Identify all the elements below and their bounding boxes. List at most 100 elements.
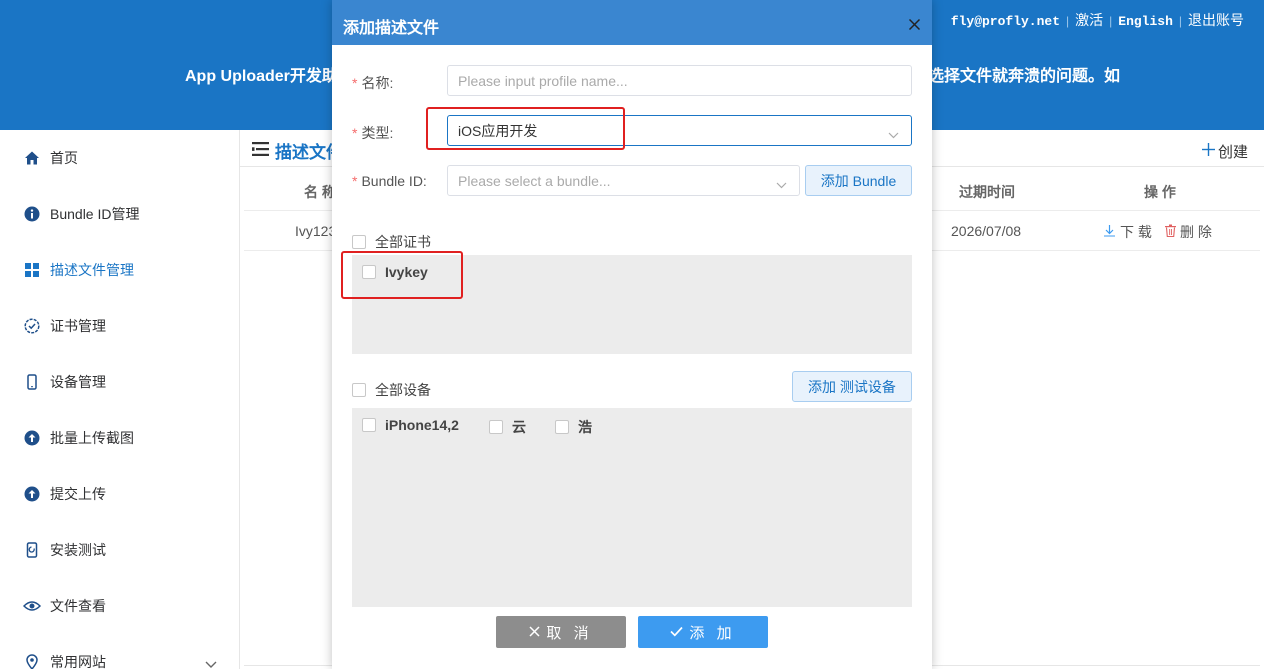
sidebar-item-submit-upload[interactable]: 提交上传 [0, 466, 239, 522]
separator: | [1066, 14, 1070, 28]
top-links: fly@profly.net | 激活 | English | 退出账号 [951, 10, 1244, 30]
add-button[interactable]: 添 加 [638, 616, 768, 648]
device-item[interactable]: 浩 [555, 417, 592, 437]
column-header-action: 操 作 [1144, 184, 1176, 200]
checkbox[interactable] [489, 420, 503, 434]
highlight-box [426, 107, 625, 150]
upload-circle-icon [23, 485, 41, 503]
name-input[interactable]: Please input profile name... [447, 65, 912, 96]
separator: | [1178, 14, 1182, 28]
all-certs-label: 全部证书 [375, 234, 431, 250]
add-bundle-button[interactable]: 添加 Bundle [805, 165, 912, 196]
separator: | [1109, 14, 1113, 28]
type-label-text: 类型: [361, 125, 394, 141]
delete-button[interactable]: 删 除 [1164, 222, 1212, 242]
sidebar: 首页 Bundle ID管理 描述文件管理 证书管理 设备管理 批量上传截图 提… [0, 130, 240, 669]
cancel-label: 取 消 [546, 624, 593, 642]
install-icon [23, 541, 41, 559]
sidebar-item-batch-upload[interactable]: 批量上传截图 [0, 410, 239, 466]
dialog-title: 添加描述文件 [343, 20, 440, 37]
type-label: * 类型: [352, 123, 393, 143]
row-name: Ivy123 [295, 223, 337, 239]
sidebar-item-home[interactable]: 首页 [0, 130, 239, 186]
bundle-select[interactable]: Please select a bundle... [447, 165, 800, 196]
column-header-expire: 过期时间 [959, 184, 1015, 200]
chevron-down-icon[interactable] [205, 656, 217, 669]
name-label-text: 名称: [361, 75, 394, 91]
required-mark: * [352, 75, 358, 91]
download-icon [1103, 224, 1116, 240]
add-device-button[interactable]: 添加 测试设备 [792, 371, 912, 402]
home-icon [23, 149, 41, 167]
name-label: * 名称: [352, 73, 393, 93]
checkbox[interactable] [352, 383, 366, 397]
checkbox[interactable] [352, 235, 366, 249]
checkbox[interactable] [555, 420, 569, 434]
upload-circle-icon [23, 429, 41, 447]
all-certs-checkbox[interactable]: 全部证书 [352, 232, 431, 252]
row-expire: 2026/07/08 [951, 223, 1022, 239]
highlight-box [341, 251, 463, 299]
sidebar-item-label: 证书管理 [50, 318, 106, 334]
page-title: 描述文件 [252, 138, 343, 163]
all-devices-checkbox[interactable]: 全部设备 [352, 380, 431, 400]
sidebar-item-bundle-id[interactable]: Bundle ID管理 [0, 186, 239, 242]
sidebar-item-label: 首页 [50, 150, 78, 166]
device-label: iPhone14,2 [385, 417, 459, 433]
devices-panel [352, 408, 912, 607]
plus-icon [1201, 143, 1215, 160]
sidebar-item-websites[interactable]: 常用网站 [0, 634, 239, 669]
logout-link[interactable]: 退出账号 [1188, 12, 1244, 28]
cancel-button[interactable]: 取 消 [496, 616, 626, 648]
create-button[interactable]: 创建 [1201, 141, 1248, 162]
sidebar-item-label: 常用网站 [50, 654, 106, 669]
delete-label: 删 除 [1180, 224, 1212, 240]
device-item[interactable]: 云 [489, 417, 526, 437]
sidebar-item-certificates[interactable]: 证书管理 [0, 298, 239, 354]
bundle-placeholder: Please select a bundle... [458, 172, 611, 189]
bundle-label-text: Bundle ID: [361, 173, 427, 189]
chevron-down-icon [888, 126, 899, 142]
required-mark: * [352, 173, 358, 189]
device-label: 浩 [578, 419, 592, 435]
download-label: 下 载 [1120, 224, 1152, 240]
bundle-label: * Bundle ID: [352, 173, 427, 189]
add-label: 添 加 [689, 624, 736, 642]
download-button[interactable]: 下 载 [1103, 222, 1152, 242]
device-label: 云 [512, 419, 526, 435]
sidebar-item-label: 设备管理 [50, 374, 106, 390]
sidebar-item-profiles[interactable]: 描述文件管理 [0, 242, 239, 298]
banner-text-right: 选择文件就奔溃的问题。如 [928, 68, 1121, 85]
name-placeholder: Please input profile name... [458, 72, 628, 89]
close-icon [529, 624, 540, 641]
sidebar-item-install-test[interactable]: 安装测试 [0, 522, 239, 578]
banner-text: App Uploader开发助 [185, 68, 338, 85]
location-icon [23, 653, 41, 669]
sidebar-item-devices[interactable]: 设备管理 [0, 354, 239, 410]
sidebar-item-label: 提交上传 [50, 486, 106, 502]
sidebar-item-label: 描述文件管理 [50, 262, 134, 278]
device-item[interactable]: iPhone14,2 [362, 417, 459, 433]
sidebar-item-file-view[interactable]: 文件查看 [0, 578, 239, 634]
checkbox[interactable] [362, 418, 376, 432]
sidebar-item-label: 安装测试 [50, 542, 106, 558]
phone-icon [23, 373, 41, 391]
certificate-icon [23, 317, 41, 335]
sidebar-item-label: Bundle ID管理 [50, 206, 140, 222]
sidebar-item-label: 文件查看 [50, 598, 106, 614]
all-devices-label: 全部设备 [375, 382, 431, 398]
activate-link[interactable]: 激活 [1075, 12, 1103, 28]
dialog-header: 添加描述文件 [332, 0, 932, 45]
info-icon [23, 205, 41, 223]
language-link[interactable]: English [1118, 14, 1173, 29]
grid-icon [23, 261, 41, 279]
menu-icon [252, 141, 269, 161]
user-email[interactable]: fly@profly.net [951, 14, 1060, 29]
check-icon [670, 624, 684, 641]
chevron-down-icon [776, 176, 787, 192]
sidebar-item-label: 批量上传截图 [50, 430, 134, 446]
close-icon[interactable] [908, 18, 922, 32]
eye-icon [23, 597, 41, 615]
trash-icon [1164, 224, 1177, 240]
required-mark: * [352, 125, 358, 141]
